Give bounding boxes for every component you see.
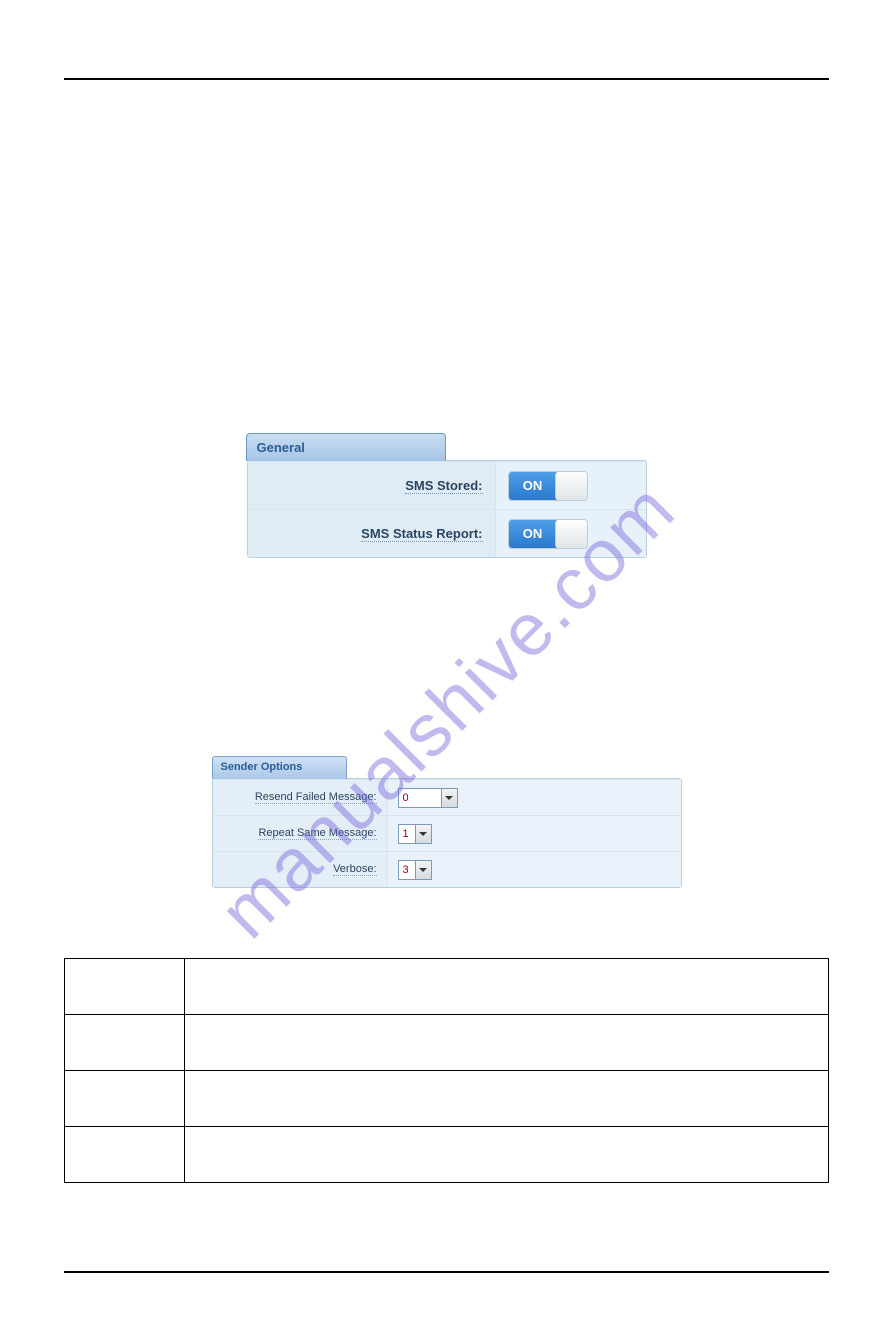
- label-repeat-same-message-text: Repeat Same Message:: [258, 827, 376, 840]
- cell: [185, 1015, 829, 1071]
- cell: [65, 1015, 185, 1071]
- row-resend-failed-message: Resend Failed Message: 0: [213, 779, 681, 815]
- label-sms-status-report: SMS Status Report:: [248, 510, 496, 557]
- label-sms-stored-text: SMS Stored:: [405, 478, 482, 494]
- chevron-down-icon: [415, 861, 431, 879]
- page-rule-bottom: [64, 1271, 829, 1273]
- label-sms-stored: SMS Stored:: [248, 462, 496, 509]
- toggle-sms-status-report-label: ON: [509, 520, 557, 548]
- row-verbose: Verbose: 3: [213, 851, 681, 887]
- cell: [65, 959, 185, 1015]
- chevron-down-icon: [415, 825, 431, 843]
- select-resend-failed-message-value: 0: [399, 792, 441, 804]
- toggle-sms-stored-knob: [555, 472, 587, 500]
- ctrl-verbose: 3: [388, 860, 681, 880]
- cell: [185, 959, 829, 1015]
- ctrl-sms-stored: ON: [496, 471, 646, 501]
- row-repeat-same-message: Repeat Same Message: 1: [213, 815, 681, 851]
- cell: [185, 1071, 829, 1127]
- label-repeat-same-message: Repeat Same Message:: [213, 816, 388, 851]
- ctrl-sms-status-report: ON: [496, 519, 646, 549]
- select-repeat-same-message[interactable]: 1: [398, 824, 432, 844]
- label-resend-failed-message: Resend Failed Message:: [213, 780, 388, 815]
- general-tab: General: [246, 433, 446, 461]
- ctrl-resend-failed-message: 0: [388, 788, 681, 808]
- label-verbose: Verbose:: [213, 852, 388, 887]
- toggle-sms-stored-label: ON: [509, 472, 557, 500]
- label-sms-status-report-text: SMS Status Report:: [361, 526, 482, 542]
- sender-options-panel: Sender Options Resend Failed Message: 0 …: [212, 778, 682, 888]
- sender-options-tab: Sender Options: [212, 756, 347, 779]
- content-area: General SMS Stored: ON SMS Status Report…: [64, 160, 829, 1183]
- options-table: [64, 958, 829, 1183]
- page-rule-top: [64, 78, 829, 80]
- table-row: [65, 1015, 829, 1071]
- toggle-sms-status-report-knob: [555, 520, 587, 548]
- toggle-sms-stored[interactable]: ON: [508, 471, 588, 501]
- label-verbose-text: Verbose:: [333, 863, 376, 876]
- cell: [185, 1127, 829, 1183]
- table-row: [65, 959, 829, 1015]
- label-resend-failed-message-text: Resend Failed Message:: [255, 791, 377, 804]
- toggle-sms-status-report[interactable]: ON: [508, 519, 588, 549]
- cell: [65, 1071, 185, 1127]
- table-row: [65, 1127, 829, 1183]
- row-sms-status-report: SMS Status Report: ON: [248, 509, 646, 557]
- cell: [65, 1127, 185, 1183]
- table-row: [65, 1071, 829, 1127]
- row-sms-stored: SMS Stored: ON: [248, 461, 646, 509]
- select-resend-failed-message[interactable]: 0: [398, 788, 458, 808]
- chevron-down-icon: [441, 789, 457, 807]
- general-panel: General SMS Stored: ON SMS Status Report…: [247, 460, 647, 558]
- select-verbose-value: 3: [399, 864, 415, 876]
- select-verbose[interactable]: 3: [398, 860, 432, 880]
- ctrl-repeat-same-message: 1: [388, 824, 681, 844]
- select-repeat-same-message-value: 1: [399, 828, 415, 840]
